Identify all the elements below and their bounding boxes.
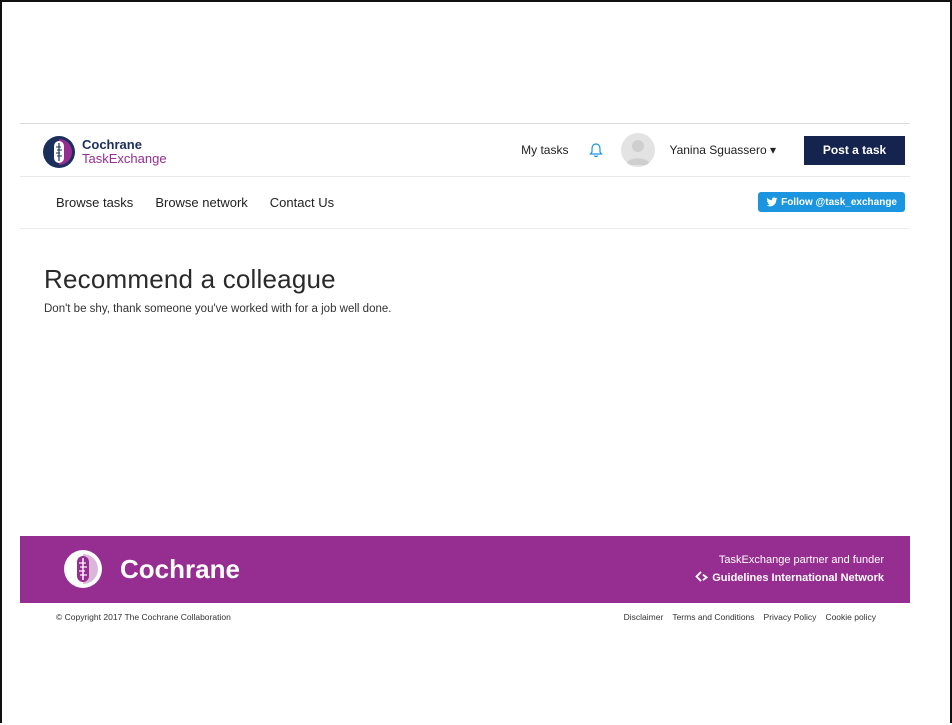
footer-links: © Copyright 2017 The Cochrane Collaborat… [20, 603, 910, 627]
partner-label: TaskExchange partner and funder [718, 554, 884, 566]
cochrane-logo-icon [64, 550, 102, 588]
partner-name: Guidelines International Network [695, 571, 884, 584]
footer-brand-name: Cochrane [120, 553, 240, 584]
page-title: Recommend a colleague [44, 264, 336, 294]
top-header: Cochrane TaskExchange My tasks Yanina Sg… [20, 123, 910, 177]
site-container: Cochrane TaskExchange My tasks Yanina Sg… [20, 123, 910, 627]
copyright-text: © Copyright 2017 The Cochrane Collaborat… [56, 612, 231, 622]
secondary-nav: Browse tasks Browse network Contact Us F… [20, 177, 910, 229]
bell-icon[interactable] [588, 142, 604, 158]
footer-link-cookies[interactable]: Cookie policy [825, 612, 876, 622]
logo-line-taskexchange: TaskExchange [82, 151, 167, 166]
browser-frame: Cochrane TaskExchange My tasks Yanina Sg… [0, 0, 952, 723]
post-task-button[interactable]: Post a task [804, 135, 905, 165]
footer-cochrane-logo[interactable]: Cochrane [62, 548, 240, 590]
twitter-follow-label: Follow @task_exchange [781, 196, 897, 208]
cochrane-taskexchange-logo[interactable]: Cochrane TaskExchange [42, 135, 167, 169]
partner-block[interactable]: TaskExchange partner and funder Guidelin… [695, 554, 884, 584]
footer-link-disclaimer[interactable]: Disclaimer [624, 612, 664, 622]
user-silhouette-icon [626, 140, 651, 165]
nav-browse-network[interactable]: Browse network [155, 195, 247, 210]
partner-name-text: Guidelines International Network [712, 572, 884, 584]
user-menu-dropdown[interactable]: Yanina Sguassero ▾ [669, 143, 776, 157]
nav-browse-tasks[interactable]: Browse tasks [56, 195, 133, 210]
cochrane-logo-icon [43, 136, 75, 168]
twitter-follow-button[interactable]: Follow @task_exchange [758, 192, 905, 212]
page-subtitle: Don't be shy, thank someone you've worke… [44, 303, 392, 315]
nav-contact-us[interactable]: Contact Us [270, 195, 334, 210]
footer-link-privacy[interactable]: Privacy Policy [764, 612, 817, 622]
footer-band: Cochrane TaskExchange partner and funder… [20, 536, 910, 603]
avatar[interactable] [621, 133, 656, 167]
logo-line-cochrane: Cochrane [82, 137, 142, 152]
g-i-n-logo-icon [695, 571, 709, 582]
main-content: Recommend a colleague Don't be shy, than… [20, 264, 910, 536]
my-tasks-link[interactable]: My tasks [521, 143, 568, 157]
footer-link-terms[interactable]: Terms and Conditions [672, 612, 754, 622]
twitter-bird-icon [766, 197, 778, 207]
